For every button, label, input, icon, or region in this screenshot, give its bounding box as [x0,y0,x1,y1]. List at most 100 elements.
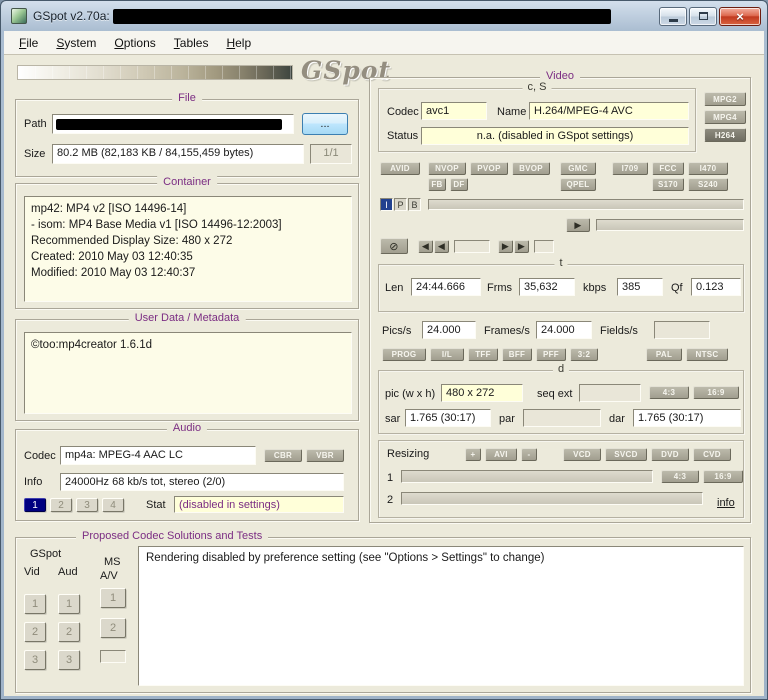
pvop-flag-button[interactable]: PVOP [470,162,508,175]
s240-flag-button[interactable]: S240 [688,178,728,191]
aspect-169-button[interactable]: 16:9 [693,386,739,399]
mpg4-button[interactable]: MPG4 [704,110,746,124]
pulldown-button[interactable]: 3:2 [570,348,598,361]
pal-button[interactable]: PAL [646,348,682,361]
results-pane[interactable]: Rendering disabled by preference setting… [138,546,744,686]
prog-button[interactable]: PROG [382,348,426,361]
size-field[interactable]: 80.2 MB (82,183 KB / 84,155,459 bytes) [52,144,304,164]
avid-flag-button[interactable]: AVID [380,162,420,175]
gspot-vid-2-button[interactable]: 2 [24,622,46,642]
aspect-43-button[interactable]: 4:3 [649,386,689,399]
qf-field[interactable]: 0.123 [691,278,741,296]
resize-plus-button[interactable]: + [465,448,481,461]
video-codec-field[interactable]: avc1 [421,102,487,120]
audio-stream-4-button[interactable]: 4 [102,498,124,512]
vcd-button[interactable]: VCD [563,448,601,461]
path-field[interactable] [52,114,294,134]
i470-flag-button[interactable]: I470 [688,162,728,175]
gspot-vid-3-button[interactable]: 3 [24,650,46,670]
dimensions-subgroup: d pic (w x h) 480 x 272 seq ext 4:3 16:9… [378,370,744,434]
resize-43-button[interactable]: 4:3 [661,470,699,483]
minimize-button[interactable] [659,7,687,26]
video-status-field[interactable]: n.a. (disabled in GSpot settings) [421,127,689,145]
gspot-aud-1-button[interactable]: 1 [58,594,80,614]
title-bar[interactable]: GSpot v2.70a: × [1,1,767,31]
fcc-flag-button[interactable]: FCC [652,162,684,175]
h264-button[interactable]: H264 [704,128,746,142]
menu-item-options[interactable]: Options [105,33,164,53]
audio-stream-2-button[interactable]: 2 [50,498,72,512]
ms-av-1-button[interactable]: 1 [100,588,126,608]
gspot-vid-1-button[interactable]: 1 [24,594,46,614]
resize-minus-button[interactable]: - [521,448,537,461]
frame-count-field[interactable] [534,240,554,253]
close-button[interactable]: × [719,7,761,26]
menu-item-help[interactable]: Help [217,33,260,53]
step-forward2-button[interactable]: ▶ [514,240,529,253]
audio-stream-1-button[interactable]: 1 [24,498,46,512]
video-codec-label: Codec [387,106,419,118]
frms-field[interactable]: 35,632 [519,278,575,296]
pics-field[interactable]: 24.000 [422,321,476,339]
vid-column-label: Vid [24,566,40,578]
ipb-i-indicator: I [380,198,393,211]
audio-stream-3-button[interactable]: 3 [76,498,98,512]
fields-rate-field[interactable] [654,321,710,339]
user-data-pane[interactable]: ©too:mp4creator 1.6.1d [24,332,352,414]
sar-field[interactable]: 1.765 (30:17) [405,409,491,427]
ms-av-2-button[interactable]: 2 [100,618,126,638]
kbps-field[interactable]: 385 [617,278,663,296]
interlace-button[interactable]: I/L [430,348,464,361]
step-forward-button[interactable]: ▶ [498,240,513,253]
gspot-aud-3-button[interactable]: 3 [58,650,80,670]
play-button[interactable]: ▶ [566,218,590,232]
step-back-button[interactable]: ◀ [418,240,433,253]
cvd-button[interactable]: CVD [693,448,731,461]
video-name-field[interactable]: H.264/MPEG-4 AVC [529,102,689,120]
vbr-button[interactable]: VBR [306,449,344,462]
avi-button[interactable]: AVI [485,448,517,461]
frame-number-field[interactable] [454,240,490,253]
tff-button[interactable]: TFF [468,348,498,361]
bvop-flag-button[interactable]: BVOP [512,162,550,175]
sar-label: sar [385,413,400,425]
menu-item-file[interactable]: File [10,33,47,53]
menu-item-tables[interactable]: Tables [165,33,218,53]
container-line: Recommended Display Size: 480 x 272 [31,233,345,249]
pff-button[interactable]: PFF [536,348,566,361]
pic-field[interactable]: 480 x 272 [441,384,523,402]
s170-flag-button[interactable]: S170 [652,178,684,191]
dar-field[interactable]: 1.765 (30:17) [633,409,741,427]
container-info-pane[interactable]: mp42: MP4 v2 [ISO 14496-14] - isom: MP4 … [24,196,352,302]
audio-stat-field[interactable]: (disabled in settings) [174,496,344,513]
mpg2-button[interactable]: MPG2 [704,92,746,106]
cbr-button[interactable]: CBR [264,449,302,462]
frames-rate-field[interactable]: 24.000 [536,321,592,339]
preview-disabled-button[interactable]: ⊘ [380,238,408,254]
resize-169-button[interactable]: 16:9 [703,470,743,483]
bff-button[interactable]: BFF [502,348,532,361]
seqext-field[interactable] [579,384,641,402]
menu-item-system[interactable]: System [47,33,105,53]
seek-bar[interactable] [596,219,744,231]
par-field[interactable] [523,409,601,427]
dvd-button[interactable]: DVD [651,448,689,461]
fb-flag-button[interactable]: FB [428,178,446,191]
gspot-aud-2-button[interactable]: 2 [58,622,80,642]
qpel-flag-button[interactable]: QPEL [560,178,596,191]
audio-info-field[interactable]: 24000Hz 68 kb/s tot, stereo (2/0) [60,473,344,491]
browse-button[interactable]: ... [302,113,348,135]
info-link[interactable]: info [717,497,735,509]
step-back2-button[interactable]: ◀ [434,240,449,253]
nvop-flag-button[interactable]: NVOP [428,162,466,175]
audio-codec-label: Codec [24,450,56,462]
maximize-button[interactable] [689,7,717,26]
i709-flag-button[interactable]: I709 [612,162,648,175]
pics-label: Pics/s [382,325,411,337]
len-field[interactable]: 24:44.666 [411,278,481,296]
svcd-button[interactable]: SVCD [605,448,647,461]
df-flag-button[interactable]: DF [450,178,468,191]
ntsc-button[interactable]: NTSC [686,348,728,361]
gmc-flag-button[interactable]: GMC [560,162,596,175]
audio-codec-field[interactable]: mp4a: MPEG-4 AAC LC [60,446,256,465]
